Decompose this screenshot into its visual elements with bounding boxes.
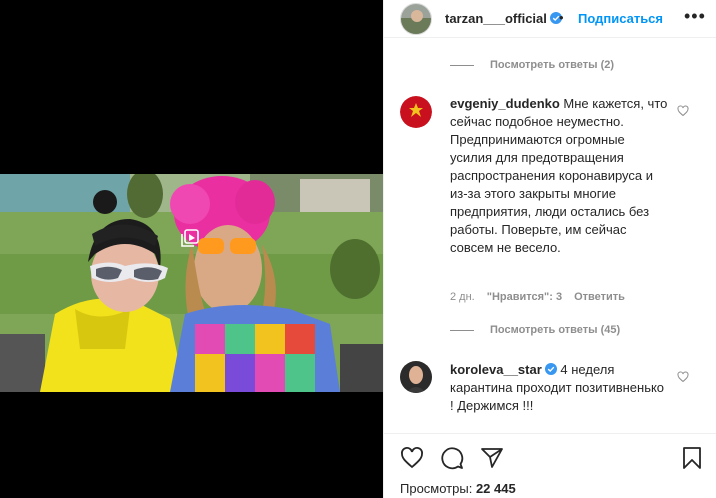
view-replies-button[interactable]: Посмотреть ответы (45): [450, 324, 620, 336]
view-replies-label[interactable]: Посмотреть ответы (2): [490, 59, 614, 71]
view-replies-button[interactable]: Посмотреть ответы (2): [450, 59, 614, 71]
video-frame[interactable]: [0, 174, 383, 392]
comment-likes[interactable]: "Нравится": 3: [487, 291, 562, 303]
comments-list[interactable]: Посмотреть ответы (2) evgeniy_dudenko Мн…: [384, 39, 716, 433]
comment-body: evgeniy_dudenko Мне кажется, что сейчас …: [450, 95, 670, 257]
view-replies-label[interactable]: Посмотреть ответы (45): [490, 324, 620, 336]
comment-text: Мне кажется, что сейчас подобное неумест…: [450, 96, 668, 255]
post-header: tarzan___official • Подписаться •••: [384, 0, 716, 38]
comment-username[interactable]: koroleva__star: [450, 362, 542, 377]
author-avatar[interactable]: [400, 3, 432, 35]
views-count[interactable]: Просмотры: 22 445: [400, 481, 516, 496]
comment-body: koroleva__star 4 неделя карантина проход…: [450, 361, 670, 415]
bookmark-icon[interactable]: [680, 446, 704, 470]
commenter-avatar[interactable]: [400, 96, 432, 128]
replies-divider: [450, 329, 474, 331]
post-actions: Просмотры: 22 445: [384, 433, 716, 498]
heart-icon[interactable]: [677, 105, 689, 117]
replies-divider: [450, 64, 474, 66]
comment-time[interactable]: 2 дн.: [450, 291, 475, 303]
comment-meta: 2 дн. "Нравится": 3 Ответить: [450, 291, 625, 303]
views-value[interactable]: 22 445: [476, 481, 516, 496]
follow-button[interactable]: Подписаться: [578, 11, 663, 26]
heart-icon[interactable]: [677, 371, 689, 383]
video-gallery-icon: [181, 229, 199, 247]
heart-icon[interactable]: [400, 446, 424, 470]
post-side-panel: tarzan___official • Подписаться ••• Посм…: [383, 0, 716, 498]
paper-plane-icon[interactable]: [480, 446, 504, 470]
commenter-avatar[interactable]: [400, 361, 432, 393]
post-media[interactable]: [0, 0, 383, 498]
header-separator: •: [559, 10, 564, 25]
reply-button[interactable]: Ответить: [574, 291, 625, 303]
author-username-text[interactable]: tarzan___official: [445, 11, 547, 26]
more-options-button[interactable]: •••: [684, 6, 706, 27]
views-label: Просмотры:: [400, 481, 473, 496]
comment-username[interactable]: evgeniy_dudenko: [450, 96, 560, 111]
comment-bubble-icon[interactable]: [440, 446, 464, 470]
verified-badge-icon: [544, 363, 557, 375]
author-username[interactable]: tarzan___official: [445, 11, 562, 26]
video-still: [0, 174, 383, 392]
